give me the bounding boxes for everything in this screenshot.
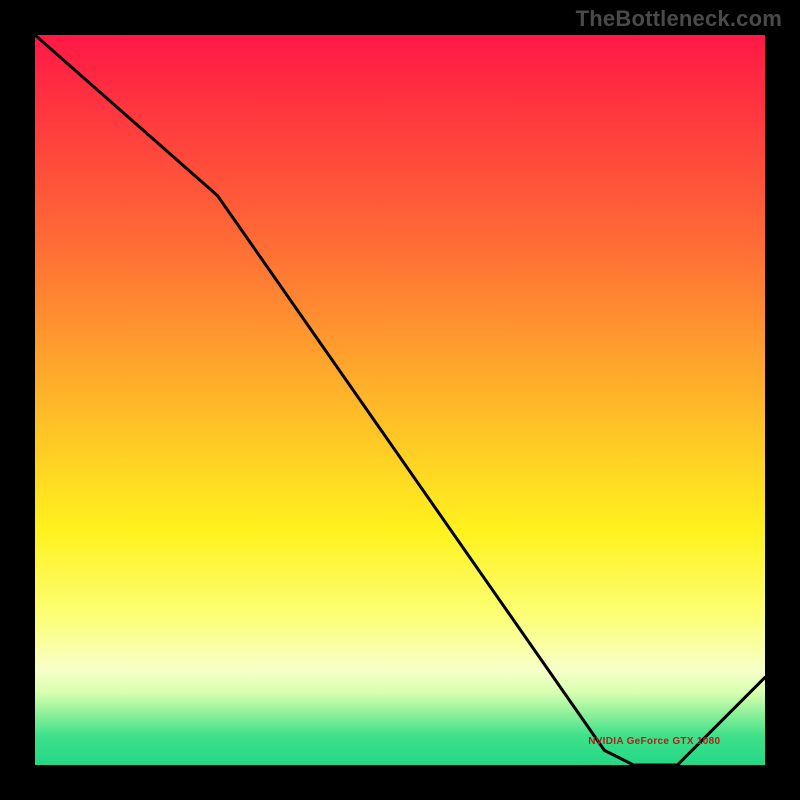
- plot-area: NVIDIA GeForce GTX 1080: [35, 35, 765, 765]
- line-chart: [35, 35, 765, 765]
- chart-frame: TheBottleneck.com NVIDIA GeForce GTX 108…: [0, 0, 800, 800]
- watermark-text: TheBottleneck.com: [576, 6, 782, 32]
- bottleneck-curve: [35, 35, 765, 765]
- annotation-gpu-label: NVIDIA GeForce GTX 1080: [588, 736, 720, 747]
